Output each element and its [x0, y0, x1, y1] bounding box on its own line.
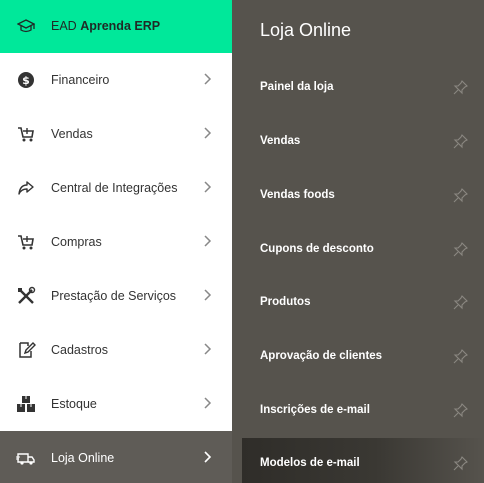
svg-text:$: $ [22, 74, 30, 87]
cart-icon [18, 127, 34, 142]
submenu-item-painel-da-loja[interactable]: Painel da loja [232, 61, 484, 115]
menu-item-cadastros[interactable]: Cadastros [0, 323, 232, 377]
chevron-right-icon [204, 127, 212, 139]
submenu-item-label: Inscrições de e-mail [260, 404, 370, 416]
pin-icon[interactable] [453, 456, 468, 471]
submenu-item-label: Vendas [260, 135, 301, 147]
pin-icon[interactable] [453, 349, 468, 364]
submenu-item-aprovacao-de-clientes[interactable]: Aprovação de clientes [232, 330, 484, 384]
edit-icon [19, 342, 36, 358]
chevron-right-icon [204, 451, 212, 463]
menu-item-label: Prestação de Serviços [51, 289, 177, 303]
submenu-item-produtos[interactable]: Produtos [232, 276, 484, 330]
menu-item-label: Loja Online [51, 451, 115, 465]
ead-aprenda-erp-link[interactable]: EAD Aprenda ERP [0, 0, 232, 53]
submenu-title: Loja Online [260, 20, 352, 40]
main-menu: EAD Aprenda ERP $ Financeiro Vendas Cent… [0, 0, 242, 483]
submenu-item-inscricoes-de-e-mail[interactable]: Inscrições de e-mail [232, 384, 484, 438]
menu-item-central-de-integracoes[interactable]: Central de Integrações [0, 161, 232, 215]
submenu-item-vendas[interactable]: Vendas [232, 115, 484, 169]
chevron-right-icon [204, 181, 212, 193]
share-icon [18, 181, 34, 195]
submenu-item-label: Vendas foods [260, 189, 335, 201]
truck-icon [16, 453, 35, 465]
submenu-item-cupons-de-desconto[interactable]: Cupons de desconto [232, 223, 484, 277]
submenu-item-label: Produtos [260, 296, 311, 308]
chevron-right-icon [204, 289, 212, 301]
pin-icon[interactable] [453, 188, 468, 203]
submenu-item-label: Aprovação de clientes [260, 350, 383, 362]
menu-item-prestacao-de-servicos[interactable]: Prestação de Serviços [0, 269, 232, 323]
menu-item-compras[interactable]: Compras [0, 215, 232, 269]
menu-item-label: Financeiro [51, 73, 110, 87]
menu-item-vendas[interactable]: Vendas [0, 107, 232, 161]
submenu-item-label: Painel da loja [260, 81, 334, 93]
submenu-item-vendas-foods[interactable]: Vendas foods [232, 169, 484, 223]
pin-icon[interactable] [453, 134, 468, 149]
menu-item-label: Cadastros [51, 343, 108, 357]
menu-item-estoque[interactable]: Estoque [0, 377, 232, 431]
submenu-item-label: Modelos de e-mail [260, 457, 360, 469]
pin-icon[interactable] [453, 403, 468, 418]
chevron-right-icon [204, 73, 212, 85]
cart-icon [18, 235, 34, 250]
menu-item-loja-online[interactable]: Loja Online [0, 431, 242, 483]
boxes-icon [17, 396, 35, 412]
graduation-cap-icon [17, 19, 35, 33]
chevron-right-icon [204, 235, 212, 247]
chevron-right-icon [204, 397, 212, 409]
dollar-icon: $ [18, 72, 34, 88]
menu-item-financeiro[interactable]: $ Financeiro [0, 53, 232, 107]
chevron-right-icon [204, 343, 212, 355]
pin-icon[interactable] [453, 295, 468, 310]
submenu-panel: Loja Online Painel da loja Vendas Vendas… [232, 0, 484, 483]
pin-icon[interactable] [453, 242, 468, 257]
submenu-item-modelos-de-e-mail[interactable]: Modelos de e-mail [242, 438, 484, 483]
tools-icon [18, 286, 36, 304]
menu-item-label: Compras [51, 235, 102, 249]
submenu-item-label: Cupons de desconto [260, 243, 374, 255]
menu-item-label: Vendas [51, 127, 93, 141]
ead-label: EAD Aprenda ERP [51, 19, 161, 33]
pin-icon[interactable] [453, 80, 468, 95]
menu-item-label: Central de Integrações [51, 181, 178, 195]
menu-item-label: Estoque [51, 397, 97, 411]
